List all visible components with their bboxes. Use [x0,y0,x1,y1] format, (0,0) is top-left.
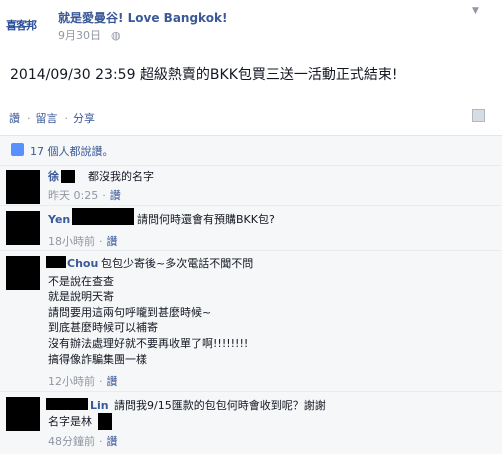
comment-time[interactable]: 12小時前 [48,375,95,388]
chevron-down-icon[interactable]: ▼ [472,6,479,16]
comment-meta: 48分鐘前 · 讚 [48,435,118,448]
likes-count-text[interactable]: 17 個人都說讚。 [30,145,114,158]
comment-like-link[interactable]: 讚 [110,189,121,202]
separator: · [27,112,31,125]
commenter-avatar[interactable] [6,170,40,204]
comment-line: 沒有辦法處理好就不要再收單了啊!!!!!!!! [48,337,249,350]
post-date[interactable]: 9月30日 [58,29,101,42]
comment-time[interactable]: 昨天 0:25 [48,189,98,202]
comment-line: 名字是林 [48,415,92,428]
redacted-name [61,170,75,183]
comment-line: 請問我9/15匯款的包包何時會收到呢？謝謝 [114,399,326,412]
comment-line: 包包少寄後~多次電話不聞不問 [101,257,254,270]
commenter-name[interactable]: Lin [90,399,109,412]
comment-meta: 12小時前 · 讚 [48,375,118,388]
commenter-avatar[interactable] [6,256,40,290]
globe-icon: ◍ [111,29,121,42]
comment-body: Chou [67,258,98,270]
commenter-name[interactable]: 徐 [48,170,59,183]
redacted-name [46,256,66,268]
comment-line: 就是說明天寄 [48,290,114,303]
comment-line: 請問要用這兩句呼嚨到甚麼時候~ [48,306,212,319]
comment-body: Yen [48,214,70,226]
comment-action[interactable]: 留言 [36,112,58,125]
redacted-text [98,413,112,430]
comment-text: 都沒我的名字 [88,170,154,183]
page-name-link[interactable]: 就是愛曼谷! Love Bangkok! [58,9,227,26]
like-thumb-icon [11,143,24,156]
comment-body: 徐 [48,171,59,183]
likes-count[interactable]: 17 個人都說讚。 [30,143,114,159]
post-actions: 讚 · 留言 · 分享 [9,110,97,126]
page-avatar[interactable]: 喜客邦 [4,6,42,42]
comment-meta: 昨天 0:25 · 讚 [48,189,121,202]
page-logo-text: 喜客邦 [6,19,37,32]
share-icon[interactable] [472,109,485,122]
comment-line: 搞得像詐騙集團一樣 [48,353,147,366]
comment-time[interactable]: 18小時前 [48,235,95,248]
comment-like-link[interactable]: 讚 [107,375,118,388]
comment-text: 請問何時還會有預購BKK包? [137,213,275,226]
redacted-name [72,208,134,225]
comment-body: Lin [90,400,109,412]
post-text: 2014/09/30 23:59 超級熱賣的BKK包買三送一活動正式結束! [10,67,398,83]
separator: · [64,112,69,125]
commenter-name[interactable]: Chou [67,257,98,270]
commenter-name[interactable]: Yen [48,213,70,226]
like-action[interactable]: 讚 [9,112,20,125]
post-timestamp[interactable]: 9月30日 ◍ [58,27,121,43]
comment-meta: 18小時前 · 讚 [48,235,118,248]
commenter-avatar[interactable] [6,211,40,245]
comment-like-link[interactable]: 讚 [107,435,118,448]
comment-time[interactable]: 48分鐘前 [48,435,95,448]
redacted-name [46,398,88,410]
comment-like-link[interactable]: 讚 [107,235,118,248]
comment-line: 到底甚麼時候可以補寄 [48,321,158,334]
share-action[interactable]: 分享 [73,112,95,125]
comment-line: 不是說在查查 [48,275,114,288]
commenter-avatar[interactable] [6,397,40,431]
